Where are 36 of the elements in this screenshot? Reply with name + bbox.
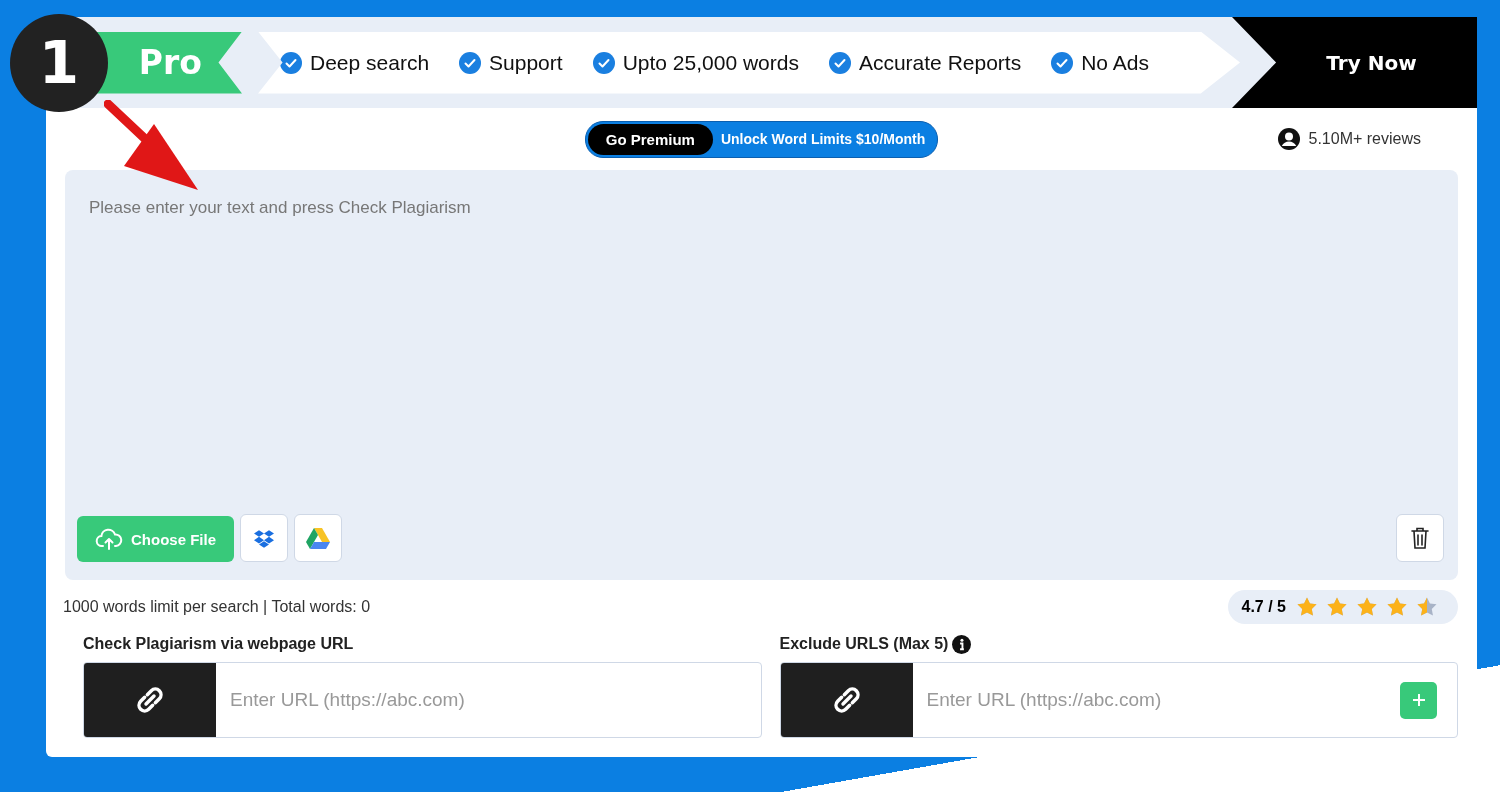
premium-pill[interactable]: Go Premium Unlock Word Limits $10/Month	[584, 120, 939, 158]
cloud-upload-icon	[95, 527, 123, 551]
feature-label: Support	[489, 50, 563, 75]
feature-label: Accurate Reports	[858, 50, 1022, 75]
check-icon	[280, 51, 302, 74]
open-box-icon	[254, 528, 274, 548]
feature-label: Deep search	[310, 50, 430, 75]
step-number-badge: 1	[10, 14, 108, 112]
star-icon	[1386, 596, 1408, 618]
import-button[interactable]	[294, 514, 342, 562]
url-check-label: Check Plagiarism via webpage URL	[83, 635, 354, 653]
go-premium-badge: Go Premium	[587, 123, 713, 155]
link-icon	[134, 684, 166, 716]
user-icon	[1276, 127, 1301, 151]
info-icon[interactable]	[952, 634, 972, 654]
try-now-button[interactable]: Try Now	[1232, 17, 1477, 108]
check-icon	[459, 51, 482, 74]
import-button[interactable]	[240, 514, 288, 562]
check-icon	[592, 51, 615, 74]
check-icon	[1051, 51, 1074, 74]
check-icon	[828, 51, 851, 74]
star-icon	[1356, 596, 1378, 618]
exclude-urls-label: Exclude URLS (Max 5)	[779, 635, 949, 653]
rating-score: 4.7 / 5	[1241, 598, 1286, 616]
reviews-count: 5.10M+ reviews	[1308, 130, 1421, 148]
star-icon	[1326, 596, 1348, 618]
trash-icon	[1410, 526, 1430, 550]
star-icon	[1296, 596, 1318, 618]
plus-icon	[1410, 692, 1427, 708]
feature-label: No Ads	[1081, 50, 1149, 75]
star-icon	[1416, 596, 1438, 618]
word-count-text: 1000 words limit per search | Total words: 0	[63, 598, 371, 616]
triangle-icon	[306, 527, 330, 549]
delete-button[interactable]	[1396, 514, 1444, 562]
feature-label: Upto 25,000 words	[622, 50, 799, 75]
offer-text: Unlock Word Limits $10/Month	[719, 131, 927, 147]
